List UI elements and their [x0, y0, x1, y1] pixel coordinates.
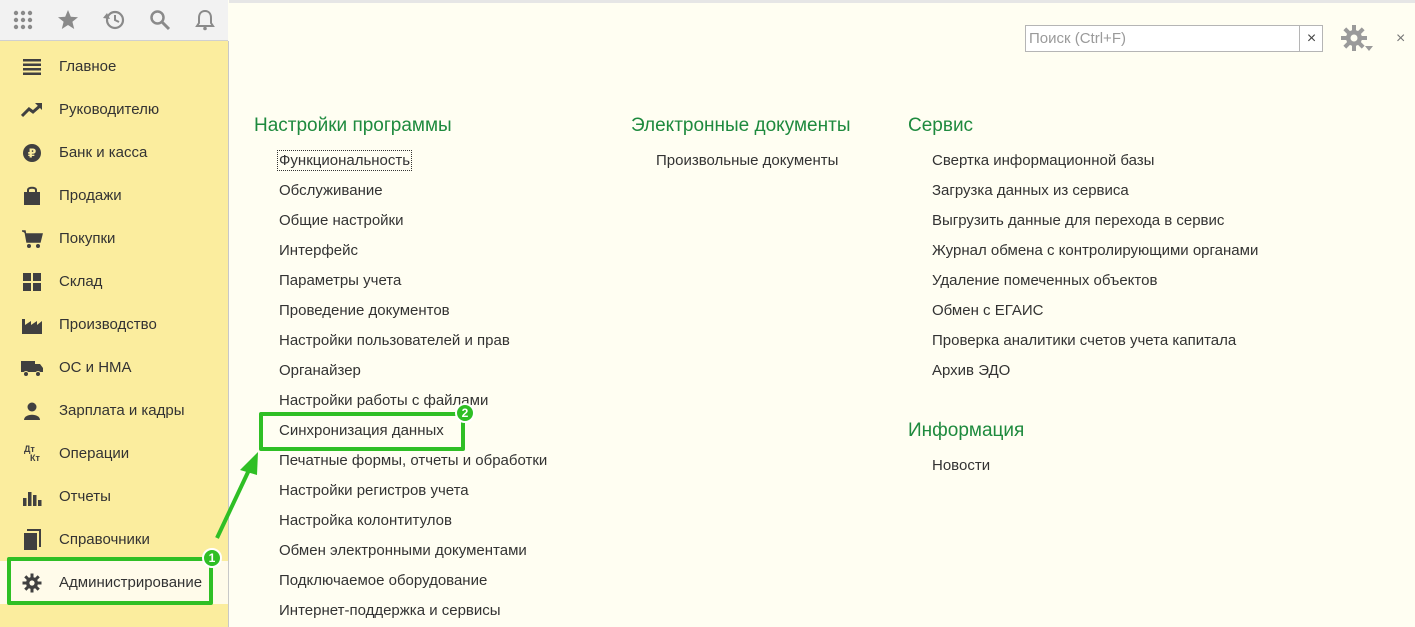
annotation-arrow	[215, 452, 258, 539]
